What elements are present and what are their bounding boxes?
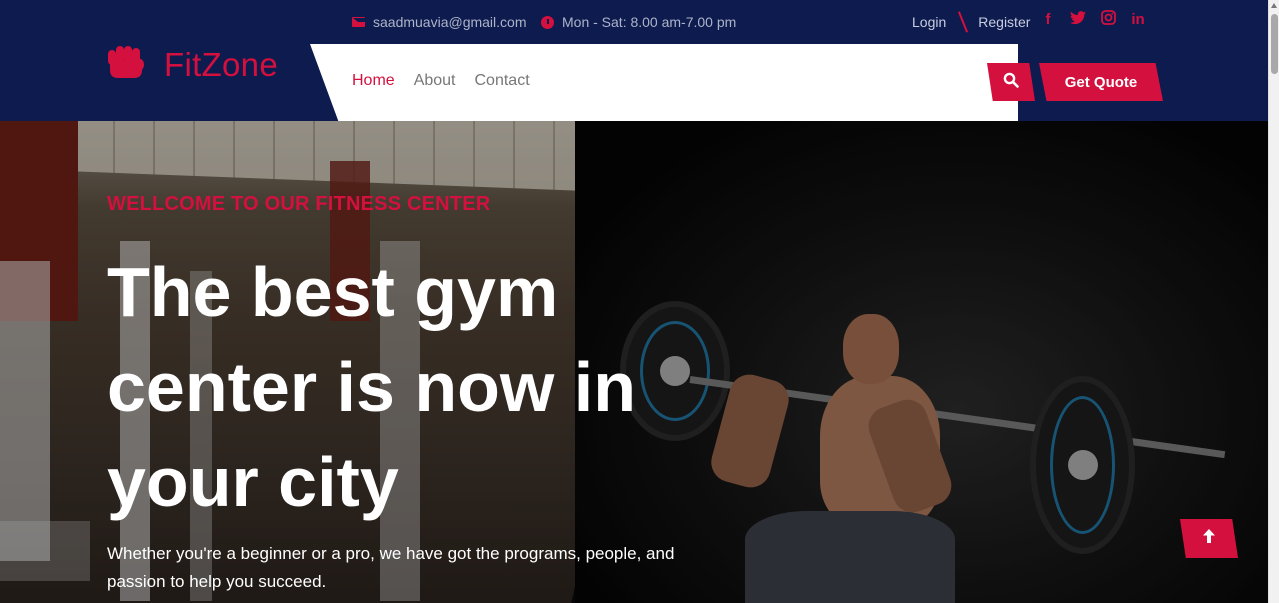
nav-about[interactable]: About [414,72,456,90]
main-nav: Home About Contact [352,72,530,90]
header: saadmuavia@gmail.com Mon - Sat: 8.00 am-… [0,0,1268,121]
scrollbar[interactable] [1268,0,1279,603]
envelope-icon [352,17,374,27]
hero-headline: The best gym center is now in your city [107,253,636,521]
login-link[interactable]: Login [912,14,946,30]
search-icon [1003,72,1019,93]
search-button[interactable] [987,63,1035,101]
hours-text: Mon - Sat: 8.00 am-7.00 pm [562,14,737,30]
scrollbar-thumb[interactable] [1271,14,1278,74]
social-links: f in [1040,10,1146,29]
get-quote-button[interactable]: Get Quote [1039,63,1163,101]
back-to-top-button[interactable] [1180,519,1238,558]
twitter-icon[interactable] [1070,10,1086,29]
arrow-up-icon [1202,528,1216,549]
fist-icon [106,44,146,85]
auth-links: Login Register [912,11,1030,33]
page: saadmuavia@gmail.com Mon - Sat: 8.00 am-… [0,0,1279,603]
email-text: saadmuavia@gmail.com [373,14,527,30]
hours-info: Mon - Sat: 8.00 am-7.00 pm [541,12,736,32]
scroll-up-arrow-icon[interactable] [1271,3,1277,8]
register-link[interactable]: Register [978,14,1030,30]
hero-eyebrow: WELLCOME TO OUR FITNESS CENTER [107,193,491,215]
divider [958,11,969,33]
instagram-icon[interactable] [1100,10,1116,29]
email-info: saadmuavia@gmail.com [352,12,527,32]
brand-logo[interactable]: FitZone [106,44,278,85]
brand-name: FitZone [164,45,278,83]
linkedin-icon[interactable]: in [1130,11,1146,28]
nav-contact[interactable]: Contact [475,72,530,90]
facebook-icon[interactable]: f [1040,11,1056,28]
nav-home[interactable]: Home [352,72,395,90]
hero-subtext: Whether you're a beginner or a pro, we h… [107,544,675,591]
clock-icon [541,15,554,29]
